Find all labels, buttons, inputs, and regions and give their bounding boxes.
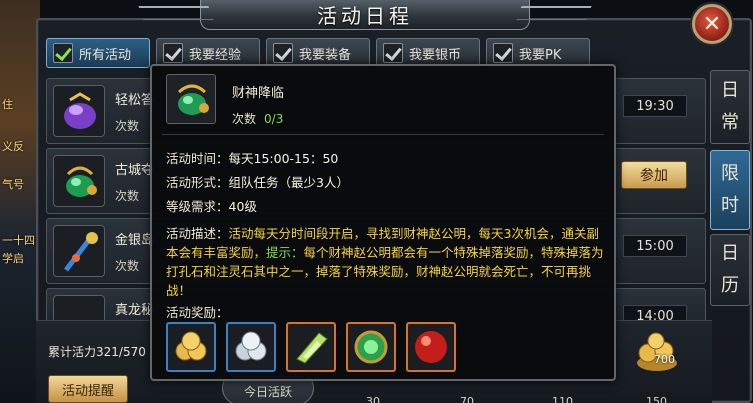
progress-mark: 110 <box>552 395 573 403</box>
tab-label: 限 <box>721 163 739 184</box>
tooltip-reward-label: 活动奖励： <box>166 305 229 320</box>
tooltip-time-line: 活动时间：每天15:00-15：50 <box>166 148 338 167</box>
progress-mark: 150 <box>646 395 667 403</box>
background-text: 一十四 <box>2 234 35 247</box>
close-icon: ✕ <box>702 11 722 37</box>
filter-label: 我要装备 <box>299 47 352 63</box>
tooltip-count-row: 次数 0/3 <box>232 110 283 127</box>
title-ornament-right <box>516 6 592 20</box>
background-text: 学启 <box>2 252 24 265</box>
tooltip-level-label: 等级需求： <box>166 199 229 214</box>
gem-scepter-icon <box>53 225 105 277</box>
jade-pendant-icon <box>53 155 105 207</box>
close-button[interactable]: ✕ <box>692 4 732 44</box>
crystal-shard-icon[interactable] <box>286 322 336 372</box>
filter-label: 我要PK <box>519 47 562 63</box>
filter-tab-all[interactable]: 所有活动 <box>46 38 150 68</box>
green-orb-icon[interactable] <box>346 322 396 372</box>
activity-count-label: 次数 <box>115 119 140 133</box>
purple-bag-icon <box>53 85 105 137</box>
title-banner: 活动日程 <box>138 0 592 30</box>
activity-detail-tooltip: 财神降临 次数 0/3 活动时间：每天15:00-15：50 活动形式：组队任务（… <box>150 64 616 381</box>
tooltip-form-label: 活动形式： <box>166 175 229 190</box>
tooltip-time-value: 每天15:00-15：50 <box>228 151 339 166</box>
background-text: 义反 <box>2 140 24 153</box>
tab-daily[interactable]: 日 常 <box>710 70 750 144</box>
activity-time: 15:00 <box>623 235 687 257</box>
tooltip-desc-label: 活动描述： <box>166 226 229 241</box>
tooltip-level-value: 40级 <box>228 199 257 214</box>
tooltip-form-value: 组队任务（最少3人） <box>228 175 349 190</box>
red-orb-icon[interactable] <box>406 322 456 372</box>
coin-pile-icon[interactable] <box>632 329 682 373</box>
game-background: 住 义反 气号 一十四 学启 <box>0 0 40 403</box>
activity-name: 古城夺 <box>115 163 155 178</box>
activity-count-label: 次数 <box>115 259 140 273</box>
gold-coins-icon[interactable] <box>166 322 216 372</box>
checkbox-icon <box>53 43 73 63</box>
filter-label: 我要银币 <box>409 47 462 63</box>
checkbox-icon <box>163 43 183 63</box>
tooltip-count-value: 0/3 <box>264 112 284 126</box>
tab-label: 历 <box>721 275 739 296</box>
tooltip-description: 活动描述：活动每天分时间段开启，寻找到财神赵公明，每天3次机会，通关副本会有丰富… <box>166 224 608 300</box>
background-text: 气号 <box>2 178 24 191</box>
tab-limited-time[interactable]: 限 时 <box>710 150 750 230</box>
divider <box>162 134 604 135</box>
join-button[interactable]: 参加 <box>621 161 687 189</box>
activity-count-label: 次数 <box>115 189 140 203</box>
checkbox-icon <box>493 43 513 63</box>
progress-mark: 30 <box>366 395 380 403</box>
page-title: 活动日程 <box>317 4 413 28</box>
activity-name: 真龙秘 <box>115 303 155 318</box>
tooltip-hint-label: 提示： <box>266 245 304 260</box>
tab-label: 时 <box>721 195 739 216</box>
jade-pendant-icon <box>166 74 216 124</box>
checkbox-icon <box>383 43 403 63</box>
progress-mark: 70 <box>460 395 474 403</box>
chest-count: 700 <box>654 353 675 366</box>
tab-label: 日 <box>721 243 739 264</box>
activity-reminder-button[interactable]: 活动提醒 <box>48 375 128 403</box>
activity-name: 轻松答 <box>115 93 155 108</box>
tooltip-form-line: 活动形式：组队任务（最少3人） <box>166 172 349 191</box>
tooltip-time-label: 活动时间： <box>166 151 229 166</box>
tooltip-activity-name: 财神降临 <box>232 86 285 101</box>
title-ornament-left <box>138 6 214 20</box>
total-activity-text: 累计活力321/570 <box>48 345 146 359</box>
activity-name: 金银岛 <box>115 233 155 248</box>
background-text: 住 <box>2 98 13 111</box>
filter-label: 所有活动 <box>79 47 132 63</box>
filter-label: 我要经验 <box>189 47 242 63</box>
silver-coins-icon[interactable] <box>226 322 276 372</box>
tooltip-level-line: 等级需求：40级 <box>166 196 257 215</box>
tab-label: 常 <box>721 112 739 133</box>
tab-label: 日 <box>721 80 739 101</box>
tab-calendar[interactable]: 日 历 <box>710 234 750 306</box>
checkbox-icon <box>273 43 293 63</box>
tooltip-count-label: 次数 <box>232 112 257 126</box>
activity-time: 19:30 <box>623 95 687 117</box>
